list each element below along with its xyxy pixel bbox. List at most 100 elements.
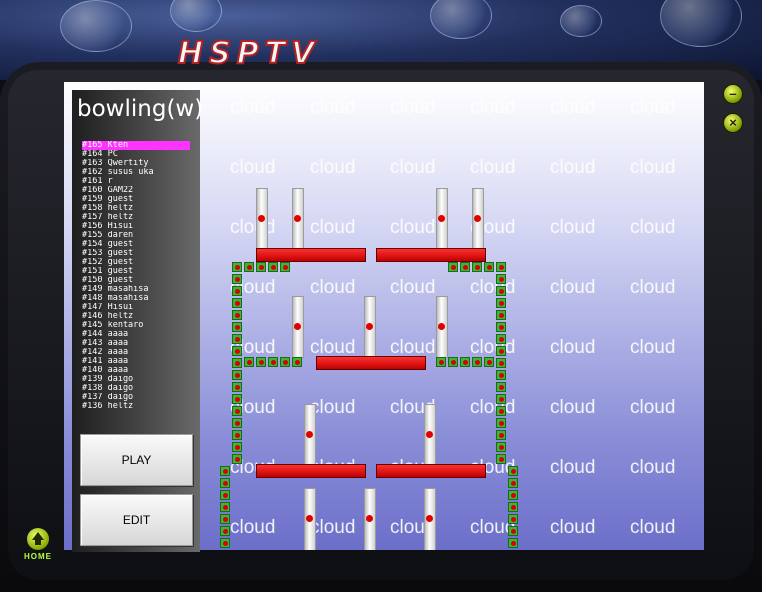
- background-word: cloud: [310, 277, 356, 298]
- level-list-item[interactable]: #156 Hisui: [82, 222, 190, 231]
- wall-brick: [232, 382, 242, 392]
- bubble-decoration: [560, 5, 602, 37]
- wall-brick: [436, 357, 446, 367]
- background-word: cloud: [230, 217, 276, 238]
- wall-brick: [220, 538, 230, 548]
- background-word: cloud: [390, 157, 436, 178]
- wall-brick: [496, 322, 506, 332]
- wall-brick: [220, 490, 230, 500]
- play-button[interactable]: PLAY: [80, 434, 193, 486]
- background-word: cloud: [470, 337, 516, 358]
- level-list-item[interactable]: #157 heltz: [82, 213, 190, 222]
- level-list-item[interactable]: #142 aaaa: [82, 348, 190, 357]
- background-word: cloud: [230, 517, 276, 538]
- background-word: cloud: [630, 457, 676, 478]
- level-list-item[interactable]: #148 masahisa: [82, 294, 190, 303]
- wall-brick: [496, 442, 506, 452]
- level-list-item[interactable]: #147 Hisui: [82, 303, 190, 312]
- background-word: cloud: [550, 337, 596, 358]
- wall-brick: [232, 262, 242, 272]
- background-word: cloud: [630, 517, 676, 538]
- level-list-item[interactable]: #159 guest: [82, 195, 190, 204]
- pin-marker: [438, 215, 445, 222]
- close-button[interactable]: ×: [723, 113, 743, 133]
- wall-brick: [496, 370, 506, 380]
- level-list-item[interactable]: #149 masahisa: [82, 285, 190, 294]
- pin-marker: [366, 515, 373, 522]
- level-list-item[interactable]: #145 kentaro: [82, 321, 190, 330]
- level-list-item[interactable]: #161 r: [82, 177, 190, 186]
- pin-marker: [426, 515, 433, 522]
- background-word: cloud: [630, 217, 676, 238]
- background-word: cloud: [550, 97, 596, 118]
- level-list-item[interactable]: #136 heltz: [82, 402, 190, 411]
- bowling-pin: [364, 488, 376, 550]
- level-list-item[interactable]: #144 aaaa: [82, 330, 190, 339]
- wall-brick: [496, 346, 506, 356]
- background-word: cloud: [230, 157, 276, 178]
- level-list-item[interactable]: #163 Qwertity: [82, 159, 190, 168]
- background-word: cloud: [390, 277, 436, 298]
- wall-brick: [232, 334, 242, 344]
- background-word: cloud: [630, 97, 676, 118]
- wall-brick: [232, 298, 242, 308]
- level-list-item[interactable]: #154 guest: [82, 240, 190, 249]
- wall-brick: [220, 514, 230, 524]
- level-list-item[interactable]: #143 aaaa: [82, 339, 190, 348]
- level-list: #165 Kten #164 PC #163 Qwertity #162 susus …: [82, 141, 190, 411]
- pin-marker: [258, 215, 265, 222]
- pin-marker: [306, 515, 313, 522]
- home-label[interactable]: HOME: [24, 552, 52, 561]
- wall-brick: [244, 262, 254, 272]
- wall-brick: [232, 418, 242, 428]
- bowling-pin: [304, 488, 316, 550]
- wall-brick: [496, 406, 506, 416]
- home-icon[interactable]: [27, 528, 49, 550]
- edit-button[interactable]: EDIT: [80, 494, 193, 546]
- level-list-item[interactable]: #139 daigo: [82, 375, 190, 384]
- level-list-item[interactable]: #146 heltz: [82, 312, 190, 321]
- game-title: bowling(w): [77, 96, 204, 122]
- bowling-pin: [304, 404, 316, 466]
- level-list-item[interactable]: #160 GAM22: [82, 186, 190, 195]
- wall-brick: [508, 478, 518, 488]
- level-list-item[interactable]: #158 heltz: [82, 204, 190, 213]
- background-word: cloud: [630, 157, 676, 178]
- pin-marker: [474, 215, 481, 222]
- level-list-item[interactable]: #140 aaaa: [82, 366, 190, 375]
- wall-brick: [220, 466, 230, 476]
- level-list-item[interactable]: #138 daigo: [82, 384, 190, 393]
- level-list-item[interactable]: #165 Kten: [82, 141, 190, 150]
- bowling-pin: [436, 296, 448, 358]
- level-list-item[interactable]: #151 guest: [82, 267, 190, 276]
- background-word: cloud: [550, 517, 596, 538]
- wall-brick: [280, 357, 290, 367]
- level-list-item[interactable]: #162 susus uka: [82, 168, 190, 177]
- wall-brick: [472, 357, 482, 367]
- level-list-item[interactable]: #137 daigo: [82, 393, 190, 402]
- red-bar: [256, 248, 366, 262]
- background-word: cloud: [550, 457, 596, 478]
- wall-brick: [232, 346, 242, 356]
- wall-brick: [460, 357, 470, 367]
- wall-brick: [232, 286, 242, 296]
- wall-brick: [496, 394, 506, 404]
- wall-brick: [496, 358, 506, 368]
- level-list-item[interactable]: #152 guest: [82, 258, 190, 267]
- bowling-pin: [436, 188, 448, 250]
- wall-brick: [496, 298, 506, 308]
- background-word: cloud: [470, 397, 516, 418]
- level-list-item[interactable]: #141 aaaa: [82, 357, 190, 366]
- wall-brick: [292, 357, 302, 367]
- level-list-item[interactable]: #155 daren: [82, 231, 190, 240]
- wall-brick: [484, 262, 494, 272]
- level-list-item[interactable]: #164 PC: [82, 150, 190, 159]
- red-bar: [316, 356, 426, 370]
- background-word: cloud: [470, 157, 516, 178]
- background-word: cloud: [390, 97, 436, 118]
- minimize-button[interactable]: –: [723, 84, 743, 104]
- level-list-item[interactable]: #150 guest: [82, 276, 190, 285]
- level-list-item[interactable]: #153 guest: [82, 249, 190, 258]
- background-word: cloud: [390, 217, 436, 238]
- wall-brick: [496, 334, 506, 344]
